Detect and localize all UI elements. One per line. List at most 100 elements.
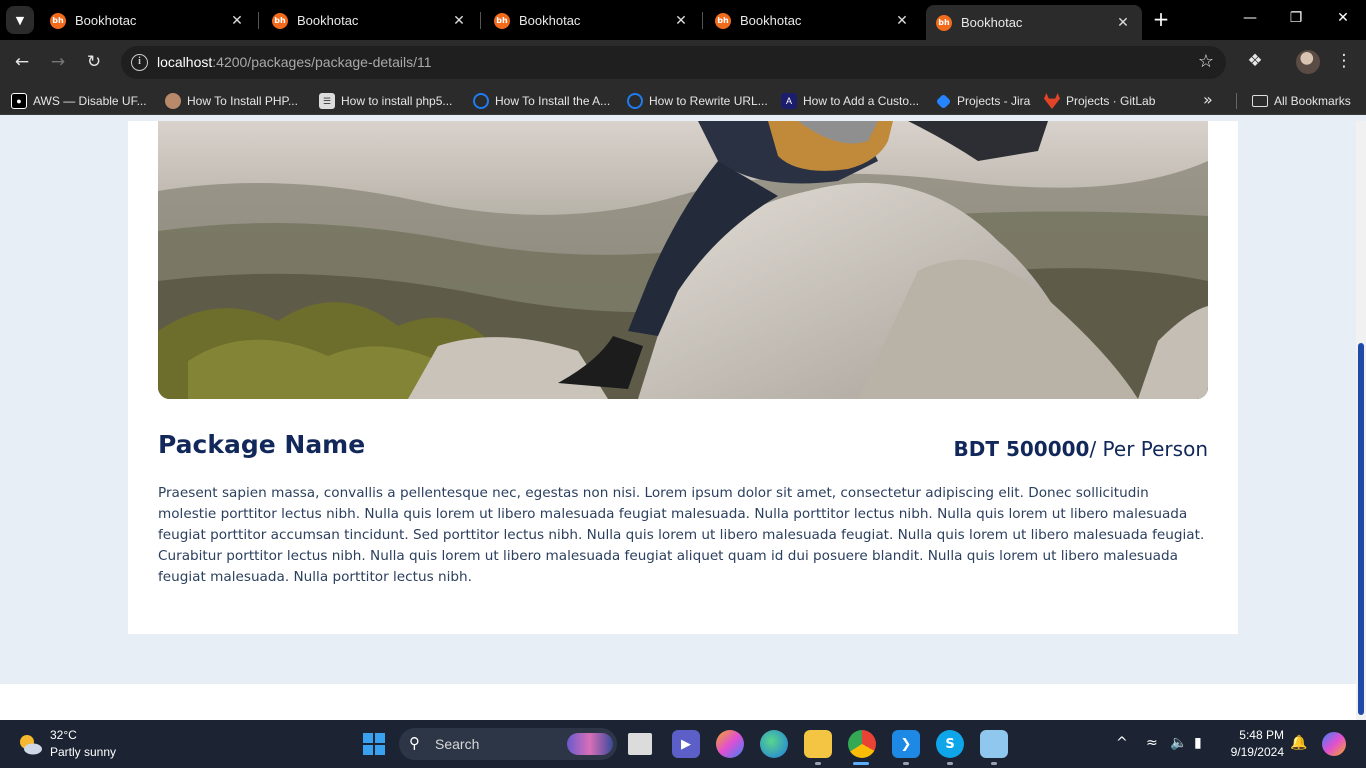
show-hidden-icons-chevron-icon[interactable]: ^ — [1116, 735, 1128, 751]
copilot-pre-icon[interactable] — [1322, 732, 1346, 756]
page-icon: ☰ — [319, 93, 335, 109]
browser-tab[interactable]: bh Bookhotac ✕ — [40, 5, 256, 36]
file-explorer-icon[interactable] — [804, 730, 832, 758]
bookhotac-favicon-icon: bh — [494, 12, 510, 29]
bookmark-label: How To Install the A... — [495, 94, 611, 108]
more-bookmarks-chevron-icon[interactable]: » — [1203, 90, 1213, 109]
skype-icon[interactable]: S — [936, 730, 964, 758]
bookhotac-favicon-icon: bh — [936, 14, 952, 31]
bookmark-label: Projects - Jira — [957, 94, 1031, 108]
bookhotac-favicon-icon: bh — [50, 12, 66, 29]
hiker-on-rocks-photo — [158, 121, 1208, 399]
page-scrollbar[interactable] — [1356, 121, 1366, 720]
bookmark-label: AWS — Disable UF... — [33, 94, 147, 108]
tab-title: Bookhotac — [961, 15, 1023, 30]
more-menu-icon[interactable]: ⋮ — [1332, 51, 1356, 71]
bookhotac-favicon-icon: bh — [715, 12, 731, 29]
windows-start-icon[interactable] — [360, 730, 388, 758]
taskbar-search-box[interactable]: ⚲ Search — [399, 728, 617, 760]
bookmark-item[interactable]: ● AWS — Disable UF... — [11, 92, 147, 110]
new-tab-button[interactable]: + — [1150, 8, 1172, 30]
bookmarks-divider — [1236, 93, 1237, 109]
gitlab-icon — [1044, 93, 1060, 109]
volume-muted-icon[interactable]: 🔈 — [1170, 735, 1187, 751]
clock-date[interactable]: 9/19/2024 — [1231, 745, 1284, 759]
bookmarks-bar: ● AWS — Disable UF... How To Install PHP… — [0, 85, 1366, 115]
tab-title: Bookhotac — [75, 13, 137, 28]
notification-bell-icon[interactable]: 🔔 — [1290, 735, 1307, 751]
back-arrow-icon[interactable]: ← — [10, 50, 34, 74]
vscode-icon[interactable]: ❯ — [892, 730, 920, 758]
digitalocean-icon — [473, 93, 489, 109]
extensions-puzzle-icon[interactable]: ❖ — [1243, 51, 1267, 71]
browser-tab[interactable]: bh Bookhotac ✕ — [262, 5, 478, 36]
bookmark-star-icon[interactable]: ☆ — [1198, 51, 1214, 72]
url-text[interactable]: localhost:4200/packages/package-details/… — [157, 54, 432, 70]
running-indicator — [903, 762, 909, 765]
bookhotac-favicon-icon: bh — [272, 12, 288, 29]
bookmark-item[interactable]: Projects · GitLab — [1044, 92, 1155, 110]
page-footer — [0, 684, 1356, 720]
tab-divider — [702, 12, 703, 29]
edge-icon[interactable] — [760, 730, 788, 758]
browser-tab[interactable]: bh Bookhotac ✕ — [484, 5, 700, 36]
tab-search-menu-button[interactable]: ▼ — [6, 6, 34, 34]
battery-icon[interactable]: ▮ — [1194, 735, 1202, 751]
tab-divider — [258, 12, 259, 29]
price-unit: / Per Person — [1089, 437, 1208, 461]
bookmark-label: How To Install PHP... — [187, 94, 298, 108]
tab-strip: ▼ bh Bookhotac ✕ bh Bookhotac ✕ bh Bookh… — [0, 0, 1366, 40]
profile-avatar[interactable] — [1296, 50, 1320, 74]
weather-description[interactable]: Partly sunny — [50, 745, 116, 759]
package-title: Package Name — [158, 430, 366, 459]
browser-tab[interactable]: bh Bookhotac ✕ — [705, 5, 921, 36]
wifi-icon[interactable]: ≈ — [1146, 735, 1158, 751]
close-window-icon[interactable]: ✕ — [1333, 10, 1353, 26]
running-indicator — [815, 762, 821, 765]
bookmark-item[interactable]: Projects - Jira — [935, 92, 1030, 110]
restore-icon[interactable]: ❐ — [1286, 10, 1306, 26]
notepad-icon[interactable] — [980, 730, 1008, 758]
price-amount: BDT 500000 — [953, 437, 1090, 461]
folder-icon — [1252, 95, 1268, 107]
clock-time[interactable]: 5:48 PM — [1239, 728, 1284, 742]
bookmark-item[interactable]: ☰ How to install php5... — [319, 92, 452, 110]
weather-temperature[interactable]: 32°C — [50, 728, 77, 742]
close-tab-icon[interactable]: ✕ — [893, 13, 911, 29]
all-bookmarks-button[interactable]: All Bookmarks — [1252, 92, 1351, 110]
scrollbar-thumb[interactable] — [1358, 343, 1364, 715]
minimize-icon[interactable]: — — [1240, 10, 1260, 26]
bookmark-label: How to install php5... — [341, 94, 453, 108]
bookmark-item[interactable]: How to Rewrite URL... — [627, 92, 768, 110]
windows-taskbar: 32°C Partly sunny ⚲ Search ▶ ❯ S ^ ≈ 🔈 ▮… — [0, 720, 1366, 768]
bookmark-label: How to Rewrite URL... — [649, 94, 768, 108]
jira-icon — [935, 93, 952, 109]
search-icon: ⚲ — [409, 734, 420, 752]
package-details-card: Package Name BDT 500000/ Per Person Prae… — [128, 121, 1238, 634]
copilot-icon[interactable] — [716, 730, 744, 758]
tab-title: Bookhotac — [740, 13, 802, 28]
browser-toolbar: ← → ↻ i localhost:4200/packages/package-… — [0, 40, 1366, 85]
tab-title: Bookhotac — [297, 13, 359, 28]
site-info-icon[interactable]: i — [131, 54, 148, 71]
bookmark-label: How to Add a Custo... — [803, 94, 920, 108]
bookmark-item[interactable]: How To Install PHP... — [165, 92, 298, 110]
close-tab-icon[interactable]: ✕ — [672, 13, 690, 29]
close-tab-icon[interactable]: ✕ — [450, 13, 468, 29]
reload-icon[interactable]: ↻ — [82, 50, 106, 74]
bookmark-label: Projects · GitLab — [1066, 94, 1156, 108]
partly-sunny-icon[interactable] — [16, 730, 44, 758]
bookmark-item[interactable]: A How to Add a Custo... — [781, 92, 919, 110]
forward-arrow-icon[interactable]: → — [46, 50, 70, 74]
chrome-icon[interactable] — [848, 730, 876, 758]
page-viewport: Package Name BDT 500000/ Per Person Prae… — [0, 121, 1356, 720]
bookmark-item[interactable]: How To Install the A... — [473, 92, 610, 110]
angular-icon: A — [781, 93, 797, 109]
url-path: :4200/packages/package-details/11 — [212, 54, 432, 70]
browser-tab-active[interactable]: bh Bookhotac ✕ — [926, 5, 1142, 40]
close-tab-icon[interactable]: ✕ — [228, 13, 246, 29]
task-view-icon[interactable] — [628, 733, 652, 755]
close-tab-icon[interactable]: ✕ — [1114, 15, 1132, 31]
address-bar[interactable]: i localhost:4200/packages/package-detail… — [121, 46, 1226, 79]
teams-meet-icon[interactable]: ▶ — [672, 730, 700, 758]
